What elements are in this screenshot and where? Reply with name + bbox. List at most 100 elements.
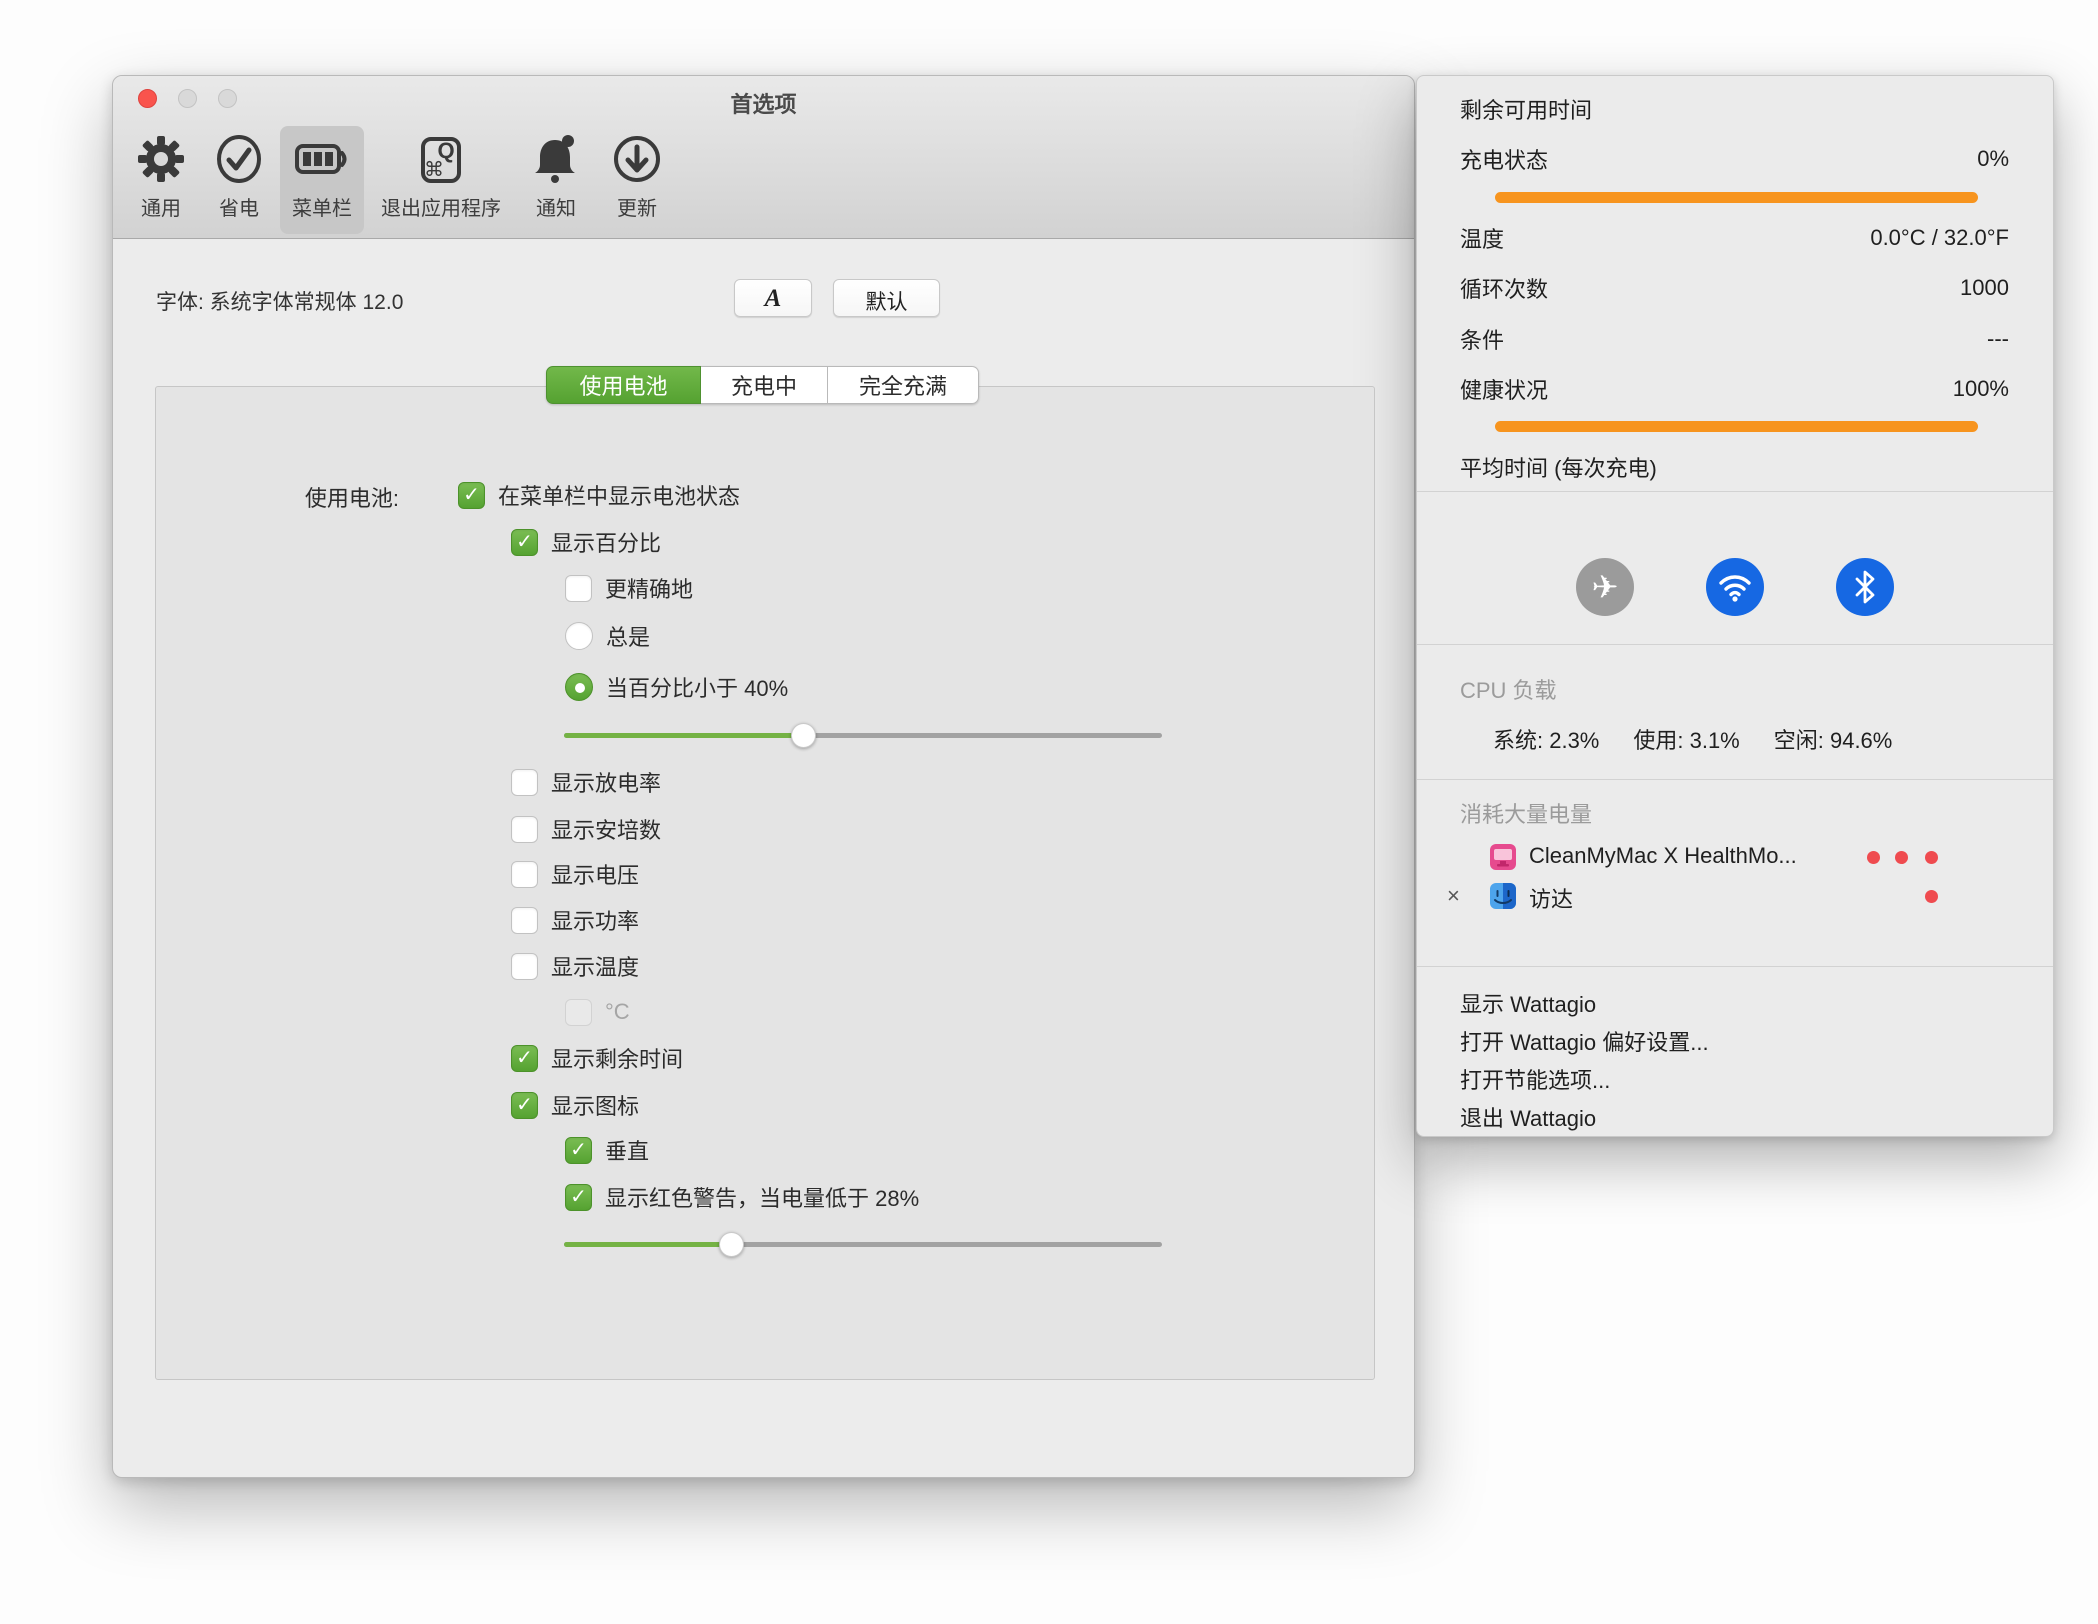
energy-dot [1895, 851, 1908, 864]
red-warning-slider[interactable] [564, 1230, 1162, 1258]
status-menu-panel: 剩余可用时间 充电状态 0% 温度 0.0°C / 32.0°F 循环次数 10… [1416, 75, 2054, 1137]
checkbox-show-amperage[interactable] [511, 816, 538, 843]
health-progress-bar [1495, 421, 1978, 432]
bell-icon [531, 126, 581, 192]
cpu-load-header: CPU 负载 [1460, 673, 1557, 705]
radio-always[interactable] [565, 622, 593, 650]
tab-on-battery[interactable]: 使用电池 [546, 366, 701, 404]
gear-icon [135, 126, 187, 192]
radio-row-when-below[interactable]: 当百分比小于 40% [565, 673, 788, 701]
screen: 首选项 [0, 0, 2098, 1624]
checkbox-vertical[interactable] [565, 1137, 592, 1164]
toolbar-label-general: 通用 [141, 192, 181, 221]
stat-row-charge-state: 充电状态 0% [1460, 145, 2009, 173]
stat-row-health: 健康状况 100% [1460, 375, 2009, 403]
toolbar-item-notifications[interactable]: 通知 [514, 126, 598, 234]
titlebar: 首选项 [113, 76, 1414, 239]
checkbox-row-celsius: °C [565, 998, 630, 1026]
checkbox-row-more-precise[interactable]: 更精确地 [565, 574, 693, 602]
checkbox-row-show-battery-status[interactable]: 在菜单栏中显示电池状态 [458, 481, 740, 509]
group-label-on-battery: 使用电池: [156, 481, 399, 513]
energy-app-name: CleanMyMac X HealthMo... [1529, 843, 1797, 869]
check-circle-icon [214, 126, 264, 192]
radio-when-percentage-below[interactable] [565, 673, 593, 701]
separator [1417, 491, 2053, 492]
checkbox-row-show-percentage[interactable]: 显示百分比 [511, 528, 661, 556]
energy-app-name: 访达 [1529, 882, 1573, 914]
checkbox-more-precise[interactable] [565, 575, 592, 602]
toolbar-item-menubar[interactable]: 菜单栏 [280, 126, 364, 234]
slider-fill [564, 733, 803, 738]
checkbox-show-discharge-rate[interactable] [511, 769, 538, 796]
slider-thumb[interactable] [719, 1232, 744, 1257]
energy-header: 消耗大量电量 [1460, 797, 1592, 829]
menu-item-open-energy-saver[interactable]: 打开节能选项... [1460, 1063, 2023, 1095]
checkbox-row-red-warning[interactable]: 显示红色警告，当电量低于 28% [565, 1183, 919, 1211]
airplane-icon: ✈ [1592, 571, 1619, 603]
checkbox-show-percentage[interactable] [511, 529, 538, 556]
checkbox-row-voltage[interactable]: 显示电压 [511, 860, 639, 888]
charge-progress-bar [1495, 192, 1978, 203]
bluetooth-icon [1853, 570, 1877, 604]
separator [1417, 779, 2053, 780]
checkbox-show-voltage[interactable] [511, 861, 538, 888]
percentage-threshold-slider[interactable] [564, 721, 1162, 749]
toolbar-label-quit-apps: 退出应用程序 [381, 192, 501, 221]
font-picker-button[interactable]: A [734, 279, 812, 317]
checkbox-show-battery-status[interactable] [458, 482, 485, 509]
slider-thumb[interactable] [791, 723, 816, 748]
checkbox-show-icon[interactable] [511, 1092, 538, 1119]
close-app-icon[interactable]: × [1447, 883, 1460, 909]
tab-content-panel: 使用电池: 在菜单栏中显示电池状态 显示百分比 更精确地 总是 当百分比小于 4… [155, 386, 1375, 1380]
airplane-mode-toggle[interactable]: ✈ [1576, 558, 1634, 616]
download-circle-icon [611, 126, 663, 192]
energy-dot [1867, 851, 1880, 864]
menu-item-quit-wattagio[interactable]: 退出 Wattagio [1460, 1101, 2023, 1133]
energy-app-row-finder[interactable]: × 访达 [1417, 881, 2053, 911]
checkbox-row-amperage[interactable]: 显示安培数 [511, 815, 661, 843]
stat-row-cycles: 循环次数 1000 [1460, 274, 2009, 302]
toolbar-item-update[interactable]: 更新 [595, 126, 679, 234]
separator [1417, 966, 2053, 967]
separator [1417, 644, 2053, 645]
toolbar-item-general[interactable]: 通用 [119, 126, 203, 234]
toolbar-label-menubar: 菜单栏 [292, 192, 352, 221]
cmd-q-icon: Q ⌘ [418, 126, 464, 192]
font-setting-label: 字体: 系统字体常规体 12.0 [156, 286, 403, 316]
checkbox-row-vertical[interactable]: 垂直 [565, 1136, 649, 1164]
checkbox-show-wattage[interactable] [511, 907, 538, 934]
radio-row-always[interactable]: 总是 [565, 622, 650, 650]
default-button[interactable]: 默认 [833, 279, 940, 317]
toolbar-label-notifications: 通知 [536, 192, 576, 221]
finder-icon [1489, 882, 1517, 910]
battery-mode-tabs: 使用电池 充电中 完全充满 [546, 366, 979, 404]
window-title: 首选项 [113, 87, 1414, 119]
checkbox-show-temperature[interactable] [511, 953, 538, 980]
checkbox-row-discharge-rate[interactable]: 显示放电率 [511, 768, 661, 796]
radio-toggles: ✈ [1417, 558, 2053, 616]
wifi-icon [1717, 572, 1753, 602]
wifi-toggle[interactable] [1706, 558, 1764, 616]
toolbar-item-power-saving[interactable]: 省电 [197, 126, 281, 234]
cpu-idle-value: 空闲: 94.6% [1774, 723, 1893, 755]
checkbox-row-time-remaining[interactable]: 显示剩余时间 [511, 1044, 683, 1072]
slider-fill [564, 1242, 731, 1247]
menu-item-show-wattagio[interactable]: 显示 Wattagio [1460, 987, 2023, 1019]
checkbox-show-time-remaining[interactable] [511, 1045, 538, 1072]
checkbox-red-warning[interactable] [565, 1184, 592, 1211]
toolbar-label-power-saving: 省电 [219, 192, 259, 221]
svg-text:⌘: ⌘ [424, 157, 444, 181]
menu-item-open-preferences[interactable]: 打开 Wattagio 偏好设置... [1460, 1025, 2023, 1057]
tab-fully-charged[interactable]: 完全充满 [828, 366, 979, 404]
tab-charging[interactable]: 充电中 [701, 366, 828, 404]
checkbox-row-wattage[interactable]: 显示功率 [511, 906, 639, 934]
toolbar-item-quit-apps[interactable]: Q ⌘ 退出应用程序 [376, 126, 506, 234]
checkbox-row-temperature[interactable]: 显示温度 [511, 952, 639, 980]
energy-app-row-cleanmymac[interactable]: CleanMyMac X HealthMo... [1417, 842, 2053, 872]
bluetooth-toggle[interactable] [1836, 558, 1894, 616]
cpu-load-values: 系统: 2.3% 使用: 3.1% 空闲: 94.6% [1493, 723, 1892, 755]
stat-row-temperature: 温度 0.0°C / 32.0°F [1460, 224, 2009, 252]
stat-row-time-remaining: 剩余可用时间 [1460, 95, 2009, 123]
energy-dot [1925, 890, 1938, 903]
checkbox-row-show-icon[interactable]: 显示图标 [511, 1091, 639, 1119]
